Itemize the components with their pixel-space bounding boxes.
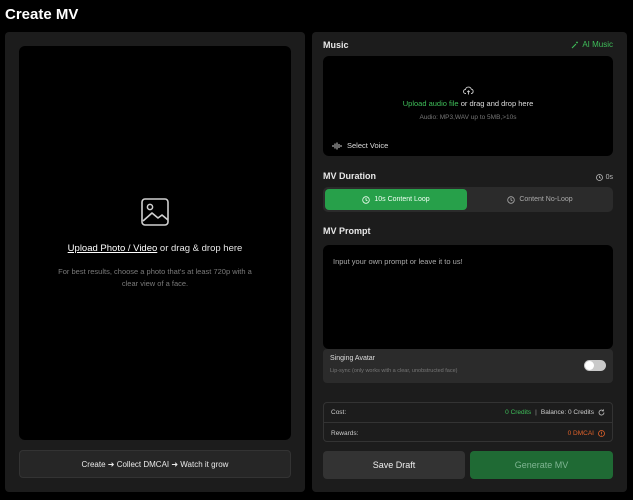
singing-avatar-toggle[interactable]	[584, 360, 606, 371]
promo-banner[interactable]: Create ➜ Collect DMCAI ➜ Watch it grow	[19, 450, 291, 478]
select-voice-button[interactable]: Select Voice	[332, 141, 388, 150]
mv-duration-label: MV Duration	[323, 171, 376, 181]
singing-avatar-description: Lip-sync (only works with a clear, unobs…	[330, 368, 458, 374]
magic-wand-icon	[571, 41, 579, 48]
upload-audio-link[interactable]: Upload audio file	[403, 99, 459, 108]
generate-mv-button[interactable]: Generate MV	[470, 451, 613, 479]
option-content-loop[interactable]: 10s Content Loop	[325, 189, 467, 210]
ai-music-button[interactable]: AI Music	[571, 40, 613, 49]
duration-readout: 0s	[595, 174, 613, 181]
select-voice-label: Select Voice	[347, 141, 389, 150]
photo-upload-dropzone[interactable]: Upload Photo / Video or drag & drop here…	[19, 46, 291, 440]
upload-instruction-rest: or drag & drop here	[157, 242, 243, 254]
create-mv-page: Create MV Upload Photo / Video or drag &…	[0, 0, 633, 500]
prompt-textarea[interactable]: Input your own prompt or leave it to us!	[323, 245, 613, 349]
music-upload-rest: or drag and drop here	[458, 99, 534, 108]
rewards-row: Rewards: 0 DMCAI	[324, 423, 612, 443]
duration-value: 0s	[605, 174, 613, 181]
clock-icon	[362, 195, 371, 204]
music-upload-dropzone[interactable]: Upload audio file or drag and drop here …	[323, 56, 613, 156]
music-upload-hint: Audio: MP3,WAV up to 5MB,>10s	[419, 114, 517, 121]
option-content-no-loop-label: Content No-Loop	[519, 196, 573, 203]
info-icon[interactable]	[598, 429, 605, 437]
toggle-knob	[585, 361, 594, 370]
option-content-no-loop[interactable]: Content No-Loop	[469, 189, 611, 210]
waveform-icon	[332, 142, 342, 149]
music-upload-instruction: Upload audio file or drag and drop here	[403, 99, 534, 108]
save-draft-button[interactable]: Save Draft	[323, 451, 465, 479]
music-label: Music	[323, 40, 349, 50]
clock-icon	[595, 174, 603, 181]
cost-row: Cost: 0 Credits | Balance: 0 Credits	[324, 403, 612, 423]
media-panel: Upload Photo / Video or drag & drop here…	[5, 32, 305, 492]
singing-avatar-row: Singing Avatar Lip-sync (only works with…	[323, 349, 613, 383]
option-content-loop-label: 10s Content Loop	[374, 196, 430, 203]
refresh-icon[interactable]	[598, 409, 605, 416]
duration-toggle: 10s Content Loop Content No-Loop	[323, 187, 613, 212]
cost-label: Cost:	[331, 409, 347, 416]
page-title: Create MV	[5, 6, 79, 23]
cost-summary: Cost: 0 Credits | Balance: 0 Credits Rew…	[323, 402, 613, 442]
upload-instruction: Upload Photo / Video or drag & drop here	[68, 243, 243, 254]
cost-value: 0 Credits	[505, 409, 532, 416]
ai-music-label: AI Music	[582, 40, 613, 49]
image-icon	[141, 197, 169, 226]
upload-hint: For best results, choose a photo that's …	[58, 266, 252, 288]
clock-icon	[507, 195, 516, 204]
rewards-label: Rewards:	[331, 429, 359, 437]
mv-prompt-label: MV Prompt	[323, 226, 371, 236]
singing-avatar-title: Singing Avatar	[330, 355, 376, 362]
settings-panel: Music AI Music Upload audio file or drag…	[312, 32, 627, 492]
rewards-value: 0 DMCAI	[567, 429, 594, 437]
balance-value: Balance: 0 Credits	[540, 409, 594, 416]
cloud-upload-icon	[462, 86, 474, 95]
upload-photo-video-link[interactable]: Upload Photo / Video	[68, 243, 158, 254]
